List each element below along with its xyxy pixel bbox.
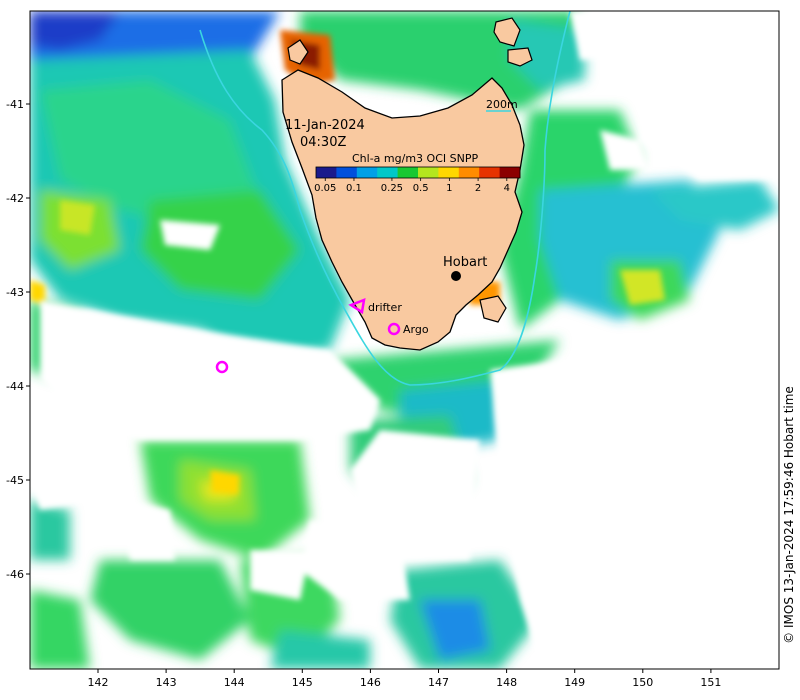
colorbar-tick-label: 0.1 xyxy=(346,183,362,194)
colorbar-swatch xyxy=(336,167,358,178)
colorbar-tick-label: 0.25 xyxy=(381,183,403,194)
colorbar-tick-label: 2 xyxy=(475,183,481,194)
colorbar-swatch xyxy=(418,167,439,178)
y-tick-label: -46 xyxy=(6,568,24,581)
x-tick-label: 148 xyxy=(496,676,517,689)
y-tick-label: -44 xyxy=(6,380,24,393)
x-tick-label: 143 xyxy=(156,676,177,689)
y-tick-label: -43 xyxy=(6,286,24,299)
x-axis: 142 143 144 145 146 147 148 149 150 151 xyxy=(88,669,721,689)
y-tick-label: -41 xyxy=(6,98,24,111)
credit-text: © IMOS 13-Jan-2024 17:59:46 Hobart time xyxy=(782,386,796,644)
colorbar-swatch xyxy=(499,167,521,178)
date-label: 11-Jan-2024 xyxy=(285,118,365,133)
colorbar-tick-label: 4 xyxy=(504,183,510,194)
x-tick-label: 145 xyxy=(292,676,313,689)
x-tick-label: 151 xyxy=(700,676,721,689)
colorbar-swatch xyxy=(438,167,460,178)
y-tick-label: -45 xyxy=(6,474,24,487)
colorbar-swatch xyxy=(356,167,378,178)
colorbar-title: Chl-a mg/m3 OCI SNPP xyxy=(352,152,478,165)
x-tick-label: 150 xyxy=(632,676,653,689)
chlorophyll-map: Hobart drifter Argo 11-Jan-2024 04:30Z 2… xyxy=(6,10,780,689)
time-label: 04:30Z xyxy=(300,135,346,150)
colorbar-swatch xyxy=(316,167,337,178)
colorbar-swatches xyxy=(316,167,521,178)
x-tick-label: 147 xyxy=(428,676,449,689)
x-tick-label: 142 xyxy=(88,676,109,689)
colorbar-tick-label: 0.05 xyxy=(314,183,336,194)
map-plot-area: Hobart drifter Argo 11-Jan-2024 04:30Z 2… xyxy=(30,11,779,669)
contour-legend-label: 200m xyxy=(486,98,518,111)
colorbar-swatch xyxy=(479,167,501,178)
y-tick-label: -42 xyxy=(6,192,24,205)
colorbar-swatch xyxy=(377,167,399,178)
argo-label: Argo xyxy=(403,323,429,336)
x-tick-label: 146 xyxy=(360,676,381,689)
colorbar-tick-label: 1 xyxy=(446,183,452,194)
hobart-dot-icon xyxy=(451,271,461,281)
x-tick-label: 149 xyxy=(564,676,585,689)
colorbar-swatch xyxy=(458,167,480,178)
colorbar-tick-label: 0.5 xyxy=(413,183,429,194)
x-tick-label: 144 xyxy=(224,676,245,689)
colorbar-swatch xyxy=(397,167,419,178)
hobart-label: Hobart xyxy=(443,255,487,270)
drifter-label: drifter xyxy=(368,301,402,314)
y-axis: -41 -42 -43 -44 -45 -46 xyxy=(6,98,30,581)
